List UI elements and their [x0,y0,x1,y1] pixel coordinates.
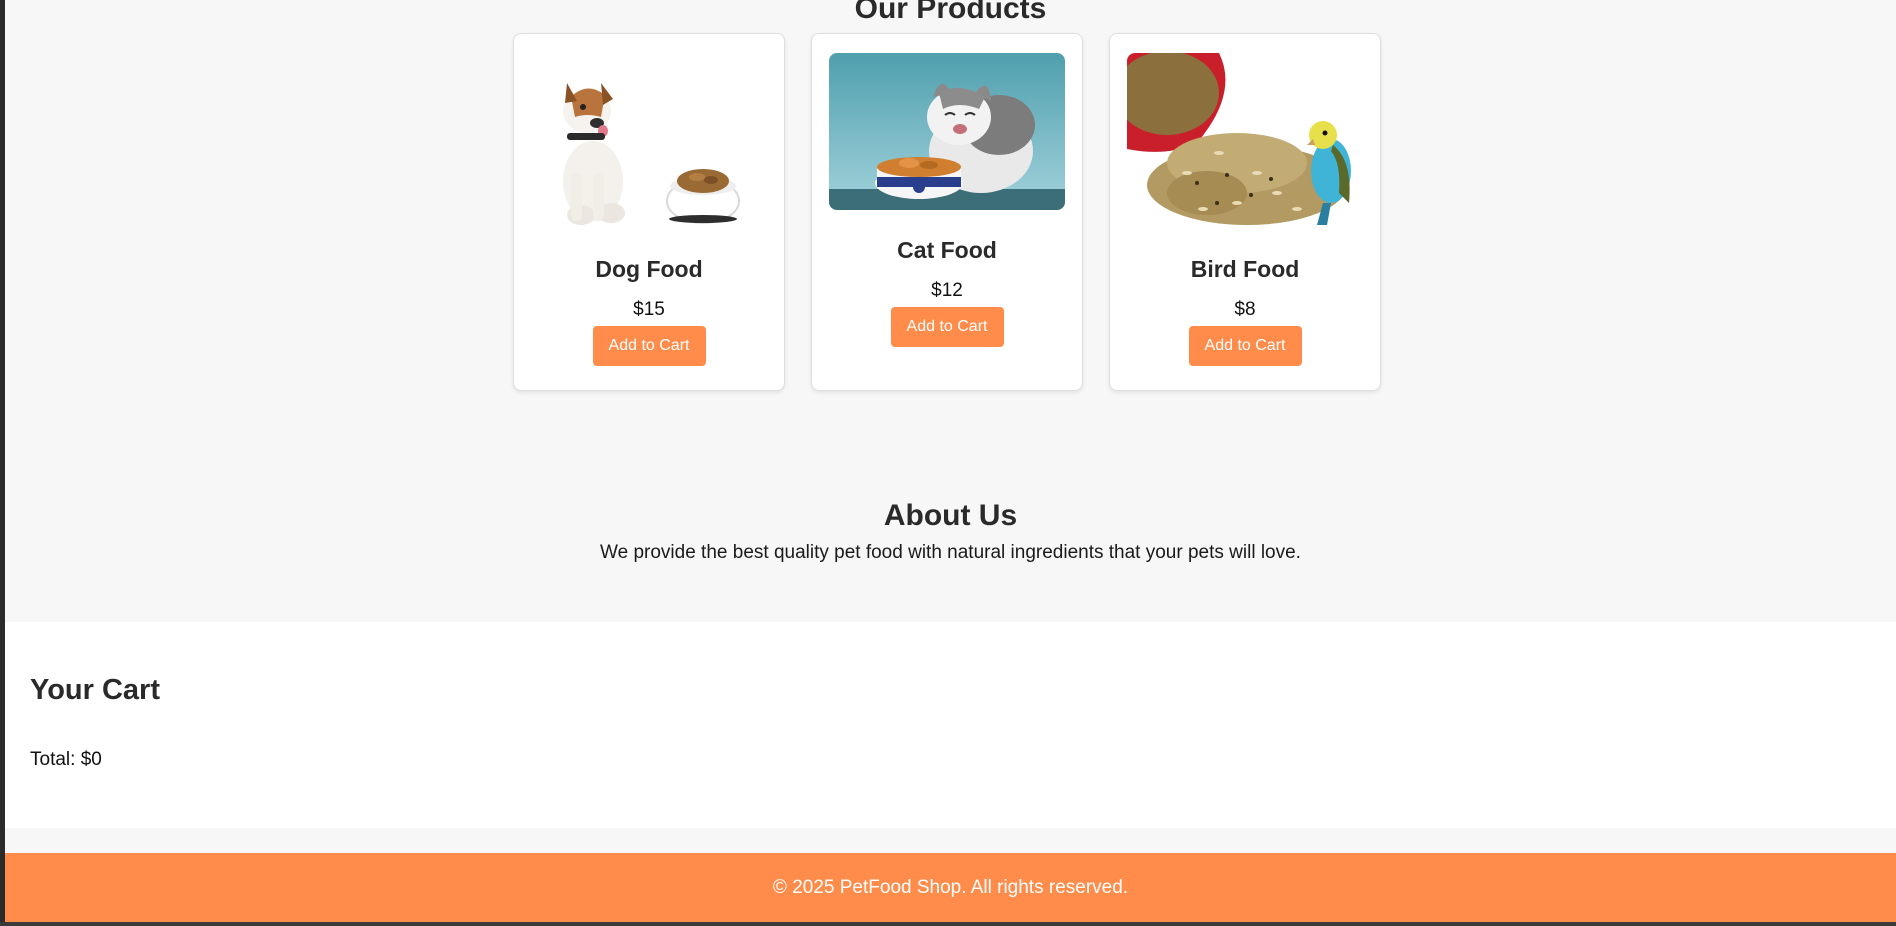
product-card-cat-food: Cat Food $12 Add to Cart [811,33,1083,391]
footer: © 2025 PetFood Shop. All rights reserved… [5,853,1896,922]
bird-food-picture [1127,53,1363,229]
product-list: Dog Food $15 Add to Cart Cat Food $12 Ad… [513,33,1381,391]
footer-text: © 2025 PetFood Shop. All rights reserved… [772,877,1129,898]
cart-title: Your Cart [30,674,160,706]
about-text: We provide the best quality pet food wit… [600,542,1301,563]
products-title: Our Products [854,0,1047,25]
add-to-cart-button[interactable]: Add to Cart [592,326,706,366]
dog-food-picture [531,53,767,229]
product-name: Cat Food [897,237,997,263]
product-card-dog-food: Dog Food $15 Add to Cart [513,33,785,391]
dog-food-image [531,53,767,229]
product-price: $15 [633,299,665,320]
product-card-bird-food: Bird Food $8 Add to Cart [1109,33,1381,391]
about-title: About Us [883,499,1018,532]
product-name: Dog Food [595,256,703,282]
cat-food-picture [829,53,1065,210]
cat-food-image [829,53,1065,210]
page-viewport: Our Products Dog Food $15 Add to Cart Ca… [5,0,1896,922]
product-price: $8 [1234,299,1256,320]
cart-total: Total: $0 [30,749,102,770]
bird-food-image [1127,53,1363,229]
window-bottom-edge [0,922,1896,926]
product-name: Bird Food [1190,256,1300,282]
cart-section: Your Cart Total: $0 [5,622,1896,828]
add-to-cart-button[interactable]: Add to Cart [890,307,1004,347]
product-price: $12 [931,280,963,301]
about-section: About Us We provide the best quality pet… [5,492,1896,566]
add-to-cart-button[interactable]: Add to Cart [1188,326,1302,366]
